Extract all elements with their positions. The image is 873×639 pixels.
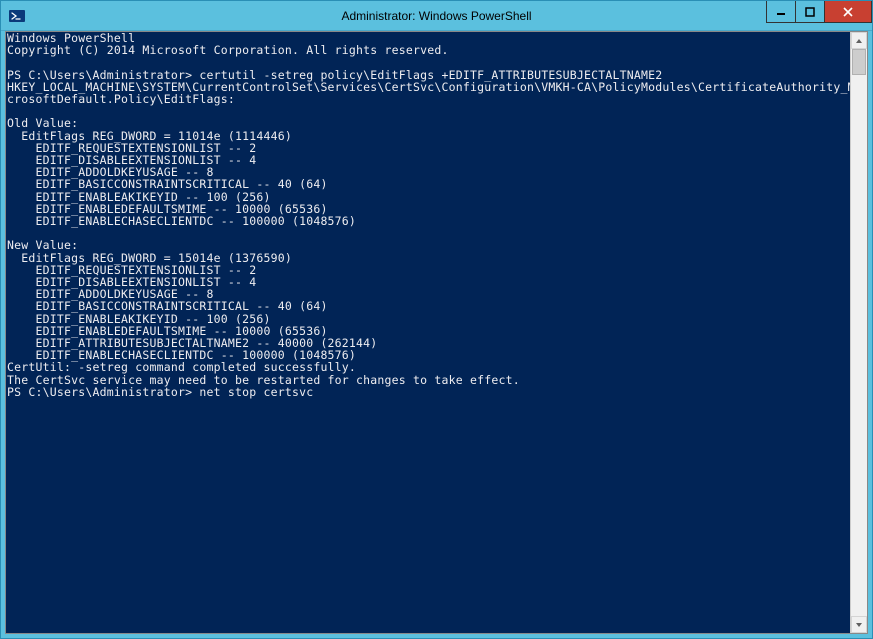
line: EDITF_ENABLECHASECLIENTDC -- 100000 (104… [7, 214, 356, 228]
scroll-up-arrow-icon[interactable] [851, 32, 867, 49]
scrollbar-track[interactable] [851, 49, 867, 616]
console-output[interactable]: Windows PowerShell Copyright (C) 2014 Mi… [6, 32, 850, 633]
maximize-button[interactable] [795, 1, 825, 23]
powershell-icon [9, 8, 25, 24]
line: Copyright (C) 2014 Microsoft Corporation… [7, 43, 449, 57]
titlebar[interactable]: Administrator: Windows PowerShell [1, 1, 872, 31]
client-area: Windows PowerShell Copyright (C) 2014 Mi… [5, 31, 868, 634]
window-title: Administrator: Windows PowerShell [1, 9, 872, 23]
line: crosoftDefault.Policy\EditFlags: [7, 92, 235, 106]
vertical-scrollbar[interactable] [850, 32, 867, 633]
window-controls [767, 1, 872, 23]
cursor [313, 386, 320, 398]
line: PS C:\Users\Administrator> net stop cert… [7, 385, 313, 399]
scroll-down-arrow-icon[interactable] [851, 616, 867, 633]
powershell-window: Administrator: Windows PowerShell Window… [0, 0, 873, 639]
scrollbar-thumb[interactable] [852, 49, 866, 75]
minimize-button[interactable] [766, 1, 796, 23]
close-button[interactable] [824, 1, 872, 23]
